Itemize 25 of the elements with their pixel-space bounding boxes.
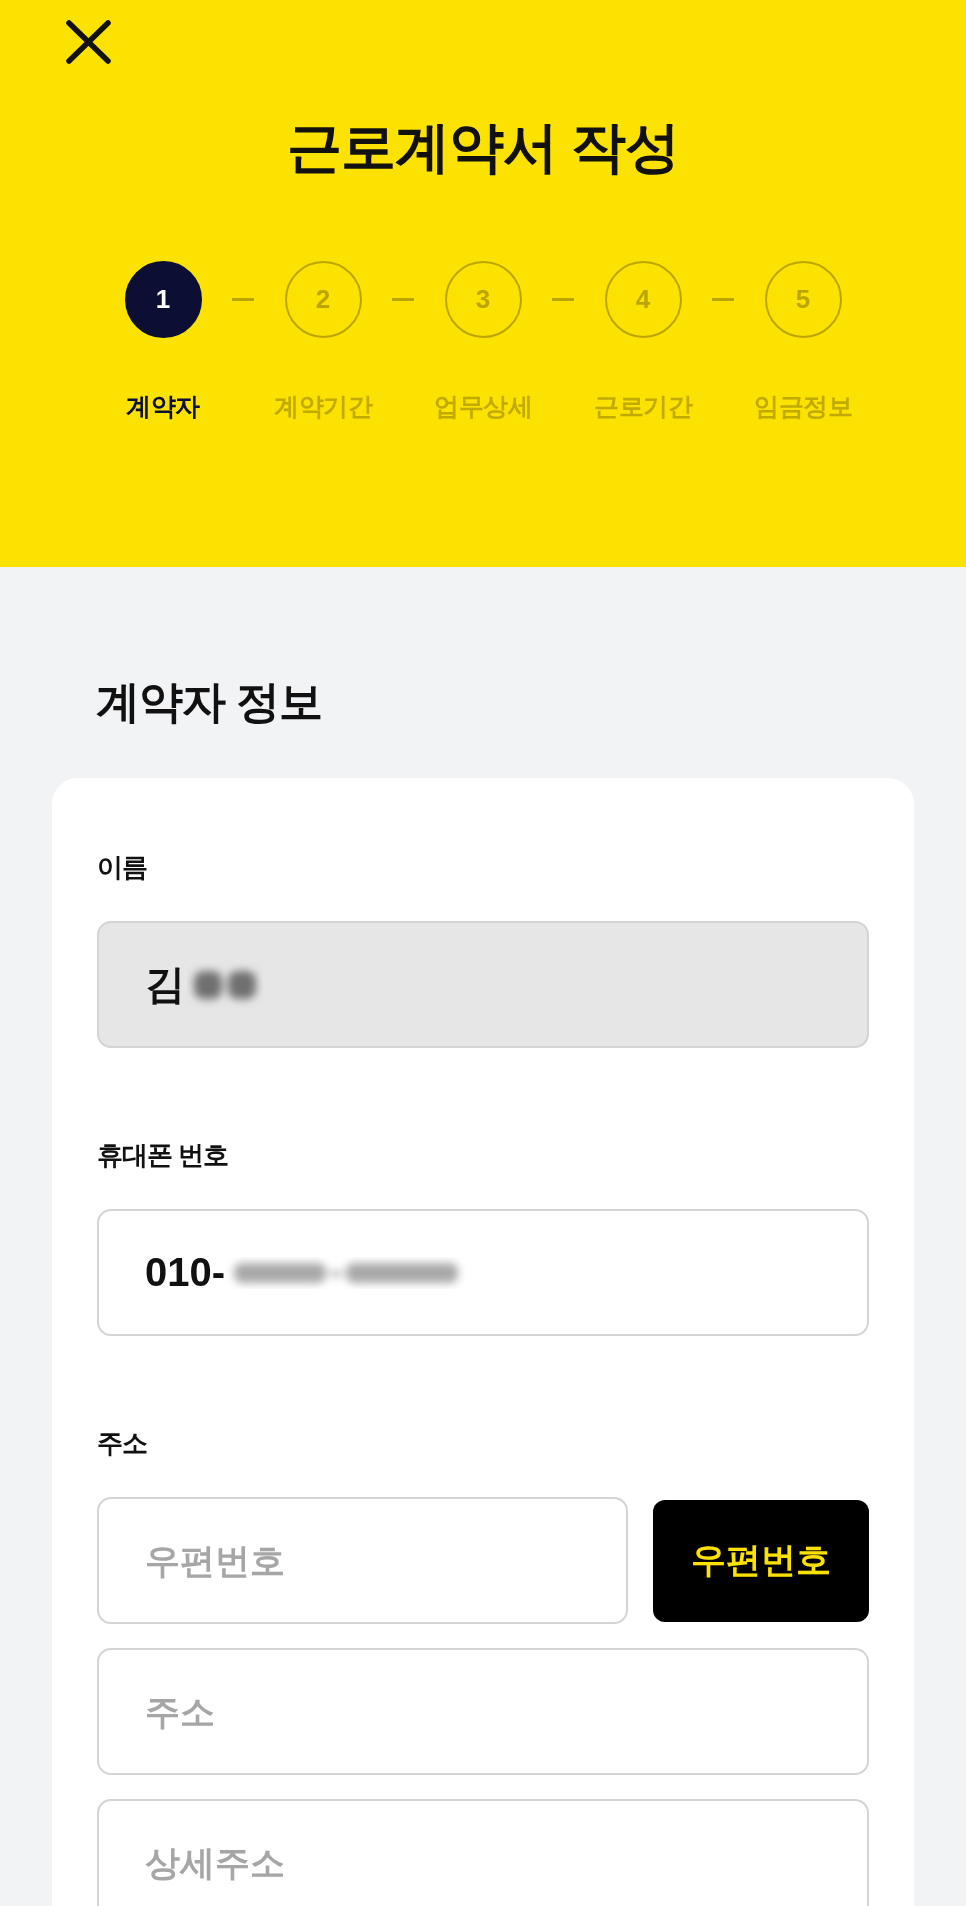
postcode-search-button[interactable]: 우편번호 [653,1499,869,1622]
field-label: 휴대폰 번호 [97,1140,229,1171]
field-label: 이름 [97,852,147,883]
postcode-field[interactable]: 우편번호 [97,1497,628,1624]
step-connector [552,298,574,301]
section-title: 계약자 정보 [96,676,323,728]
address-field[interactable]: 주소 [97,1648,869,1775]
step-indicator: 2 [284,261,362,338]
step-connector [392,298,414,301]
step-indicator: 1 [124,261,202,338]
field-label: 주소 [97,1428,147,1459]
detail-address-field[interactable]: 상세주소 [97,1799,869,1906]
page-title: 근로계약서 작성 [286,115,680,180]
step-label: 근로기간 [594,391,692,421]
step-label: 계약자 [126,391,200,421]
close-icon[interactable] [66,20,111,64]
phone-field[interactable]: 010- [97,1209,869,1336]
step-label: 업무상세 [434,391,532,421]
step-indicator: 3 [444,261,522,338]
step-connector [712,298,734,301]
step-label: 계약기간 [274,391,372,421]
step-connector [232,298,254,301]
step-indicator: 4 [604,261,682,338]
step-indicator: 5 [764,261,842,338]
step-label: 임금정보 [754,391,852,421]
